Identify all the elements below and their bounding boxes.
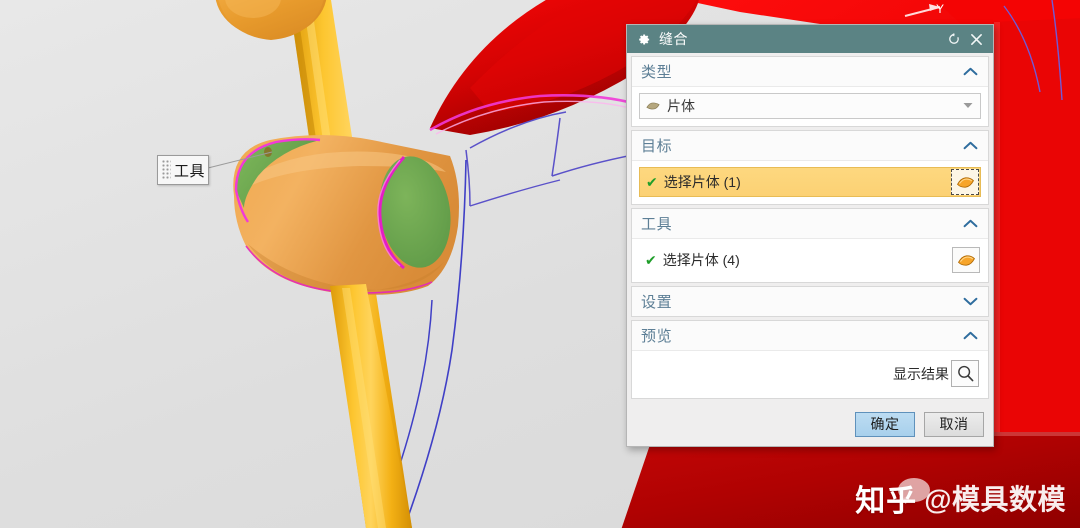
type-value: 片体 (667, 98, 695, 114)
dialog-footer: 确定 取消 (627, 402, 993, 446)
section-tool-header[interactable]: 工具 (632, 209, 988, 239)
section-type-title: 类型 (641, 64, 673, 81)
tool-select-sheet-row[interactable]: ✔ 选择片体 (4) (639, 245, 981, 275)
check-icon: ✔ (645, 251, 657, 268)
dialog-title-bar[interactable]: 缝合 (627, 25, 993, 53)
section-preview-body: 显示结果 (632, 351, 988, 398)
tool-select-label: 选择片体 (4) (662, 252, 740, 268)
chevron-up-icon[interactable] (961, 215, 979, 233)
gear-icon (636, 32, 651, 47)
show-result-row: 显示结果 (639, 357, 981, 391)
section-target-header[interactable]: 目标 (632, 131, 988, 161)
dialog-body: 类型 片体 目标 ✔ 选择片体 (1) 工具 ✔ 选择片体 (4) 设置 预览 … (627, 53, 993, 399)
section-preview-header[interactable]: 预览 (632, 321, 988, 351)
close-icon[interactable] (965, 28, 987, 50)
section-tool-body: ✔ 选择片体 (4) (632, 239, 988, 282)
section-preview-title: 预览 (641, 328, 673, 345)
section-tool-title: 工具 (641, 216, 673, 233)
section-target-body: ✔ 选择片体 (1) (632, 161, 988, 204)
type-combobox[interactable]: 片体 (639, 93, 981, 119)
section-target-title: 目标 (641, 138, 673, 155)
tool-callout-label[interactable]: 工具 (157, 155, 209, 185)
target-select-sheet-row[interactable]: ✔ 选择片体 (1) (639, 167, 981, 197)
section-tool: 工具 ✔ 选择片体 (4) (631, 208, 989, 283)
section-type-header[interactable]: 类型 (632, 57, 988, 87)
select-sheet-body-icon[interactable] (951, 169, 979, 195)
select-sheet-body-icon[interactable] (952, 247, 980, 273)
target-select-label: 选择片体 (1) (663, 174, 741, 190)
section-settings-header[interactable]: 设置 (632, 287, 988, 316)
chevron-down-icon[interactable] (963, 101, 976, 111)
section-preview: 预览 显示结果 (631, 320, 989, 399)
reset-icon[interactable] (943, 28, 965, 50)
section-type: 类型 片体 (631, 56, 989, 127)
section-settings: 设置 (631, 286, 989, 317)
drag-grip-icon (162, 160, 171, 180)
magnifier-icon[interactable] (951, 360, 979, 387)
check-icon: ✔ (646, 173, 658, 190)
cancel-button[interactable]: 取消 (924, 411, 984, 437)
section-settings-title: 设置 (641, 294, 673, 311)
chevron-up-icon[interactable] (961, 63, 979, 81)
section-type-body: 片体 (632, 87, 988, 126)
chevron-down-icon[interactable] (961, 293, 979, 311)
chevron-up-icon[interactable] (961, 327, 979, 345)
dialog-title-text: 缝合 (659, 31, 688, 47)
section-target: 目标 ✔ 选择片体 (1) (631, 130, 989, 205)
chevron-up-icon[interactable] (961, 137, 979, 155)
ok-button[interactable]: 确定 (855, 411, 915, 437)
show-result-label: 显示结果 (893, 365, 949, 382)
sheet-body-icon (646, 100, 660, 112)
app-root: 工具 Y 缝合 类型 片体 目标 ✔ 选择片体 (1) 工具 ✔ 选择片体 (4… (0, 0, 1080, 528)
axis-y-label: Y (936, 2, 945, 16)
tool-callout-text: 工具 (174, 162, 206, 180)
sew-dialog[interactable]: 缝合 类型 片体 目标 ✔ 选择片体 (1) 工具 ✔ 选择片体 (4) 设置 … (626, 24, 994, 447)
